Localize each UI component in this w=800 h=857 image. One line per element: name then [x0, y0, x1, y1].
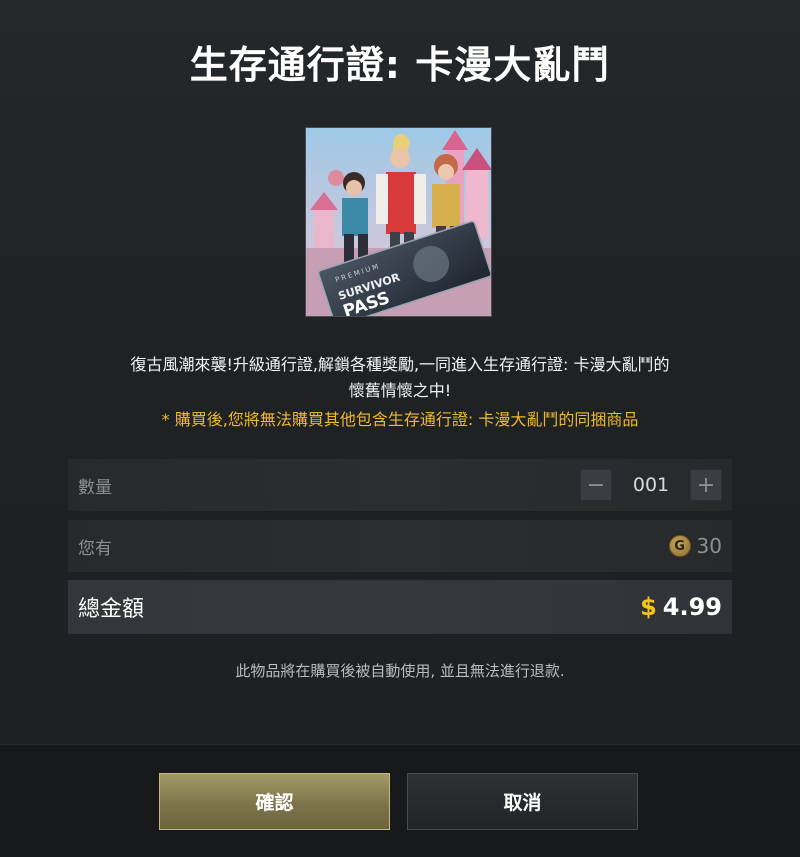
decrease-quantity-button[interactable]: − [580, 469, 612, 501]
description-line-1: 復古風潮來襲!升級通行證,解鎖各種獎勵,一同進入生存通行證: 卡漫大亂鬥的 [130, 355, 670, 374]
total-row: 總金額 $ 4.99 [68, 580, 732, 634]
quantity-value: 001 [632, 474, 670, 496]
item-description: 復古風潮來襲!升級通行證,解鎖各種獎勵,一同進入生存通行證: 卡漫大亂鬥的 懷舊… [60, 352, 740, 404]
refund-note: 此物品將在購買後被自動使用, 並且無法進行退款. [235, 662, 565, 680]
balance-value: 30 [696, 534, 722, 558]
quantity-label: 數量 [78, 477, 112, 498]
dialog-footer: 確認 取消 [0, 744, 800, 857]
balance-label: 您有 [78, 538, 112, 559]
total-price: $ 4.99 [640, 593, 722, 621]
total-label: 總金額 [78, 597, 145, 622]
quantity-row: 數量 − 001 + [68, 459, 732, 511]
item-image: PREMIUM SURVIVOR PASS [305, 127, 492, 317]
confirm-button[interactable]: 確認 [159, 773, 390, 830]
quantity-stepper: − 001 + [580, 469, 722, 501]
g-coin-icon: G [668, 535, 691, 557]
cancel-button[interactable]: 取消 [407, 773, 638, 830]
description-line-2: 懷舊情懷之中! [348, 381, 452, 400]
purchase-warning: * 購買後,您將無法購買其他包含生存通行證: 卡漫大亂鬥的同捆商品 [161, 410, 639, 429]
increase-quantity-button[interactable]: + [690, 469, 722, 501]
dialog-title: 生存通行證: 卡漫大亂鬥 [189, 43, 611, 87]
balance-row: 您有 G 30 [68, 520, 732, 572]
price-amount: 4.99 [662, 593, 722, 621]
currency-symbol: $ [640, 593, 657, 621]
purchase-dialog: 生存通行證: 卡漫大亂鬥 PREMIUM SURVIVOR PASS 復古風潮來… [0, 0, 800, 857]
